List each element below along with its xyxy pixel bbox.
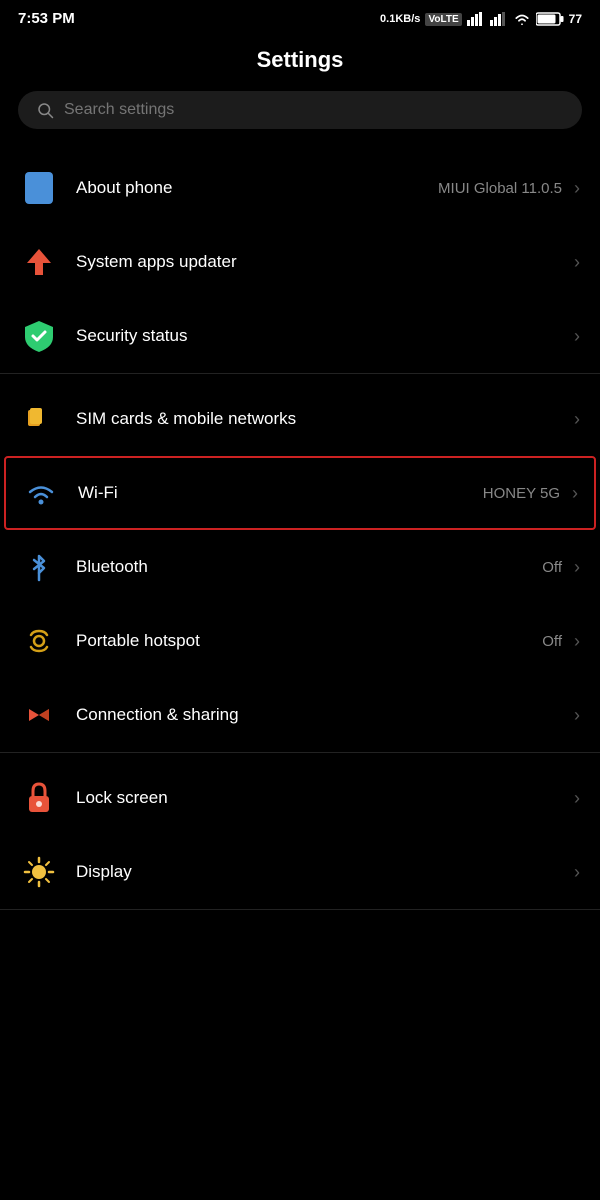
display-icon [20, 853, 58, 891]
chevron-icon: › [572, 483, 578, 504]
wifi-icon [22, 474, 60, 512]
chevron-icon: › [574, 178, 580, 199]
search-icon [36, 101, 54, 119]
settings-item-lock-screen[interactable]: Lock screen › [0, 761, 600, 835]
status-right: 0.1KB/s VoLTE 77 [380, 12, 582, 26]
settings-item-hotspot[interactable]: Portable hotspot Off › [0, 604, 600, 678]
section-connectivity: SIM cards & mobile networks › Wi-Fi HONE… [0, 382, 600, 753]
bluetooth-value: Off [542, 559, 562, 576]
lock-icon [20, 779, 58, 817]
connection-sharing-icon [20, 696, 58, 734]
settings-item-connection-sharing[interactable]: Connection & sharing › [0, 678, 600, 752]
section-system: About phone MIUI Global 11.0.5 › System … [0, 151, 600, 374]
display-label: Display [76, 862, 132, 882]
arrow-up-icon [20, 243, 58, 281]
settings-item-sim-cards[interactable]: SIM cards & mobile networks › [0, 382, 600, 456]
connection-sharing-label: Connection & sharing [76, 705, 239, 725]
network-speed: 0.1KB/s VoLTE [380, 13, 462, 25]
settings-item-wifi[interactable]: Wi-Fi HONEY 5G › [4, 456, 596, 530]
chevron-icon: › [574, 557, 580, 578]
sim-icon [20, 400, 58, 438]
about-phone-value: MIUI Global 11.0.5 [438, 180, 562, 197]
hotspot-icon [20, 622, 58, 660]
chevron-icon: › [574, 705, 580, 726]
signal-icon [467, 12, 485, 26]
chevron-icon: › [574, 631, 580, 652]
signal2-icon [490, 12, 508, 26]
bluetooth-icon [20, 548, 58, 586]
status-bar: 7:53 PM 0.1KB/s VoLTE [0, 0, 600, 33]
chevron-icon: › [574, 788, 580, 809]
bluetooth-label: Bluetooth [76, 557, 148, 577]
phone-icon [20, 169, 58, 207]
lock-screen-label: Lock screen [76, 788, 168, 808]
battery-icon [536, 12, 564, 26]
about-phone-label: About phone [76, 178, 172, 198]
wifi-status-icon [513, 12, 531, 26]
battery-level: 77 [569, 12, 582, 26]
page-title: Settings [0, 33, 600, 91]
settings-item-system-apps-updater[interactable]: System apps updater › [0, 225, 600, 299]
system-apps-updater-label: System apps updater [76, 252, 237, 272]
sim-cards-label: SIM cards & mobile networks [76, 409, 296, 429]
settings-item-bluetooth[interactable]: Bluetooth Off › [0, 530, 600, 604]
chevron-icon: › [574, 409, 580, 430]
hotspot-label: Portable hotspot [76, 631, 200, 651]
search-bar[interactable] [18, 91, 582, 129]
hotspot-value: Off [542, 633, 562, 650]
wifi-value: HONEY 5G [483, 485, 560, 502]
chevron-icon: › [574, 862, 580, 883]
search-input[interactable] [64, 101, 564, 119]
settings-item-about-phone[interactable]: About phone MIUI Global 11.0.5 › [0, 151, 600, 225]
shield-icon [20, 317, 58, 355]
settings-item-security-status[interactable]: Security status › [0, 299, 600, 373]
settings-item-display[interactable]: Display › [0, 835, 600, 909]
status-time: 7:53 PM [18, 10, 75, 27]
chevron-icon: › [574, 252, 580, 273]
section-personalization: Lock screen › Display › [0, 761, 600, 910]
security-status-label: Security status [76, 326, 188, 346]
wifi-label: Wi-Fi [78, 483, 118, 503]
chevron-icon: › [574, 326, 580, 347]
